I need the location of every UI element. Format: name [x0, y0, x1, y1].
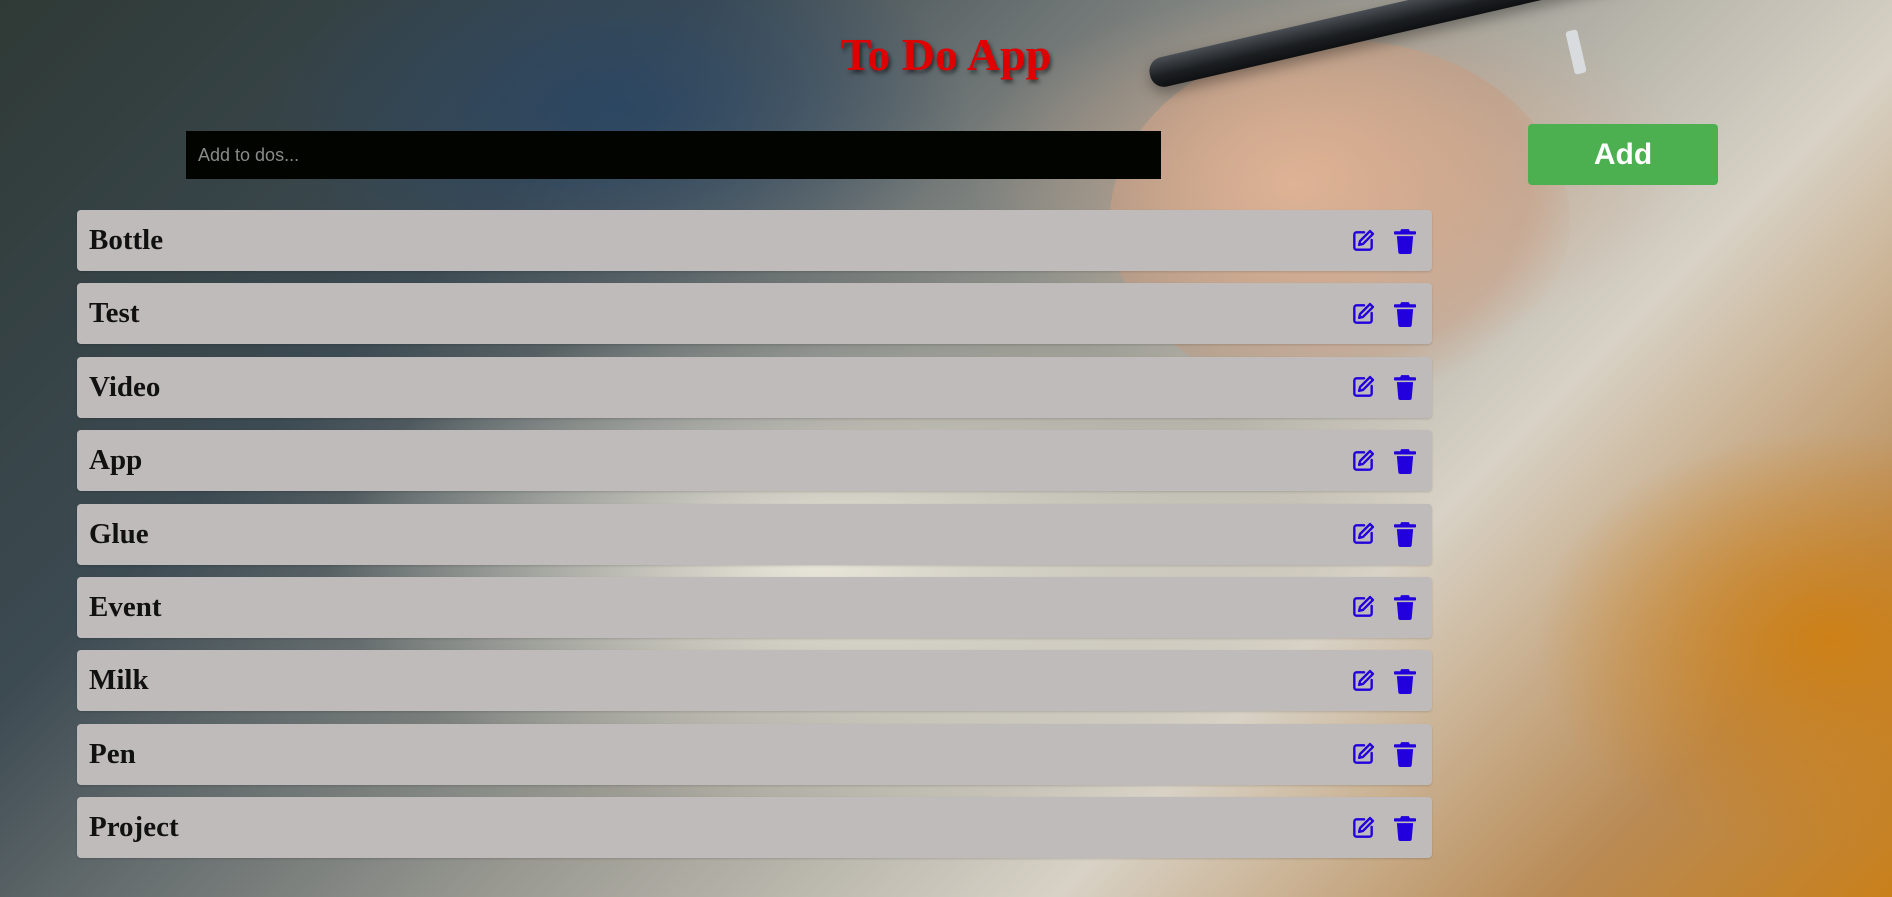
edit-icon[interactable] — [1348, 446, 1378, 476]
trash-icon[interactable] — [1390, 592, 1420, 622]
trash-icon[interactable] — [1390, 739, 1420, 769]
edit-icon[interactable] — [1348, 813, 1378, 843]
edit-icon[interactable] — [1348, 372, 1378, 402]
todo-text: Video — [89, 370, 161, 403]
edit-icon[interactable] — [1348, 592, 1378, 622]
todo-text: Event — [89, 590, 162, 623]
edit-icon[interactable] — [1348, 299, 1378, 329]
edit-icon[interactable] — [1348, 226, 1378, 256]
trash-icon[interactable] — [1390, 666, 1420, 696]
todo-text: Test — [89, 297, 140, 330]
edit-icon[interactable] — [1348, 739, 1378, 769]
todo-item: Bottle — [77, 210, 1432, 271]
todo-item: Glue — [77, 503, 1432, 565]
edit-icon[interactable] — [1348, 666, 1378, 696]
todo-text: App — [89, 444, 143, 477]
trash-icon[interactable] — [1390, 299, 1420, 329]
trash-icon[interactable] — [1390, 519, 1420, 549]
add-button[interactable]: Add — [1528, 124, 1718, 185]
trash-icon[interactable] — [1390, 446, 1420, 476]
trash-icon[interactable] — [1390, 226, 1420, 256]
todo-text: Milk — [89, 664, 149, 697]
todo-item: Pen — [77, 723, 1432, 785]
todo-item: App — [77, 430, 1432, 492]
trash-icon[interactable] — [1390, 813, 1420, 843]
trash-icon[interactable] — [1390, 372, 1420, 402]
todo-item: Milk — [77, 650, 1432, 712]
todo-list: Bottle Test Video App Glue Event Milk Pe… — [77, 210, 1432, 871]
todo-text: Project — [89, 811, 179, 844]
todo-item: Test — [77, 283, 1432, 345]
app-title: To Do App — [840, 29, 1052, 80]
todo-text: Bottle — [89, 224, 164, 256]
todo-item: Project — [77, 797, 1432, 859]
edit-icon[interactable] — [1348, 519, 1378, 549]
todo-text: Glue — [89, 517, 149, 550]
todo-input[interactable] — [186, 131, 1161, 179]
todo-item: Event — [77, 576, 1432, 638]
todo-item: Video — [77, 356, 1432, 418]
todo-text: Pen — [89, 737, 136, 770]
